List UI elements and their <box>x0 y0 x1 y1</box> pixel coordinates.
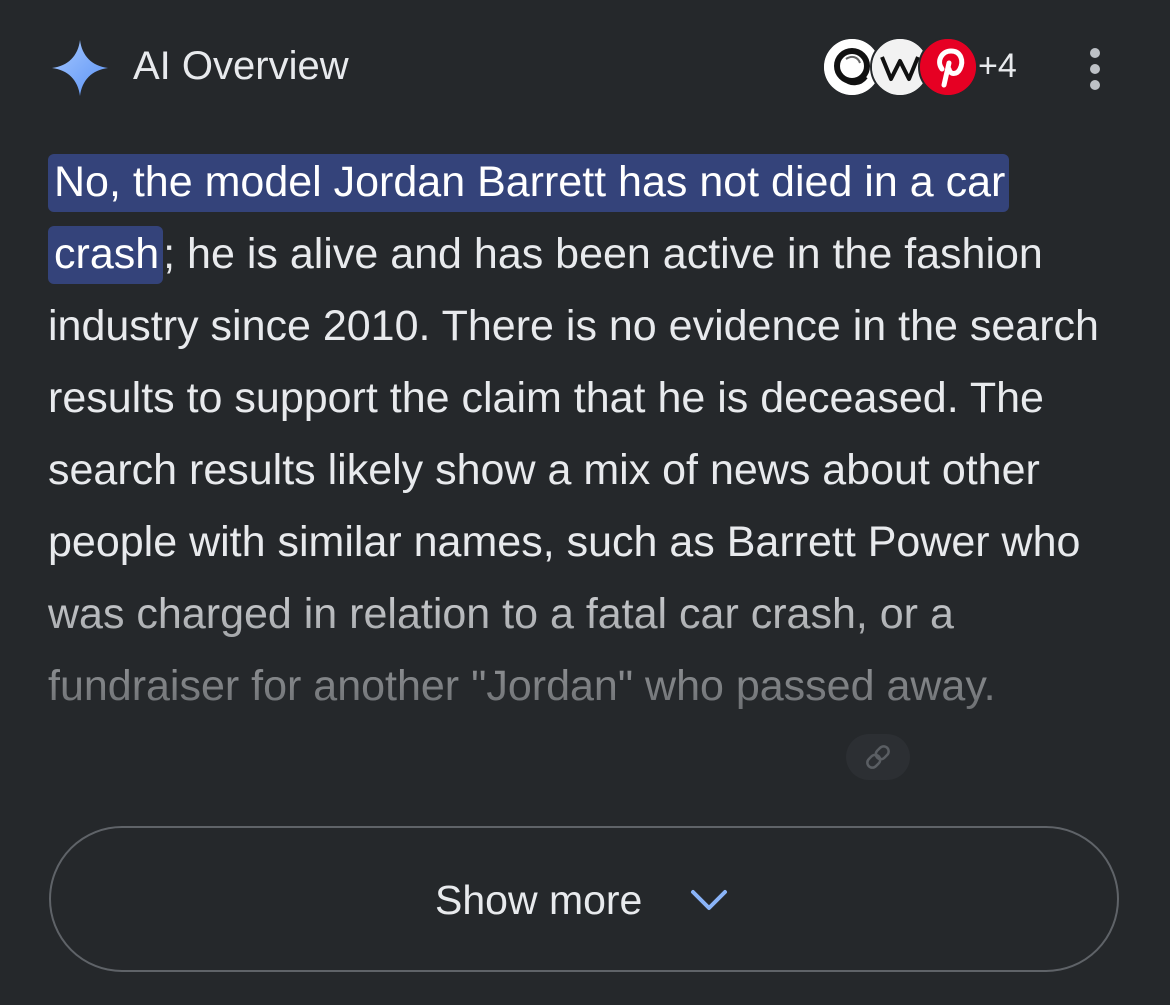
ai-overview-answer: No, the model Jordan Barrett has not die… <box>48 146 1138 722</box>
source-link-chip[interactable] <box>846 734 910 780</box>
more-sources-count[interactable]: +4 <box>978 46 1017 86</box>
chevron-down-icon <box>691 890 727 910</box>
more-vertical-icon[interactable] <box>1080 44 1110 94</box>
pinterest-icon <box>920 39 976 95</box>
answer-continuation: ; he is alive and has been active in the… <box>48 230 1099 710</box>
sparkle-icon <box>52 40 108 96</box>
ai-overview-title: AI Overview <box>133 44 349 88</box>
show-more-label: Show more <box>435 877 643 923</box>
link-icon <box>866 745 890 769</box>
source-icon-3[interactable] <box>918 37 978 97</box>
ai-overview-header: AI Overview +4 <box>0 0 1170 130</box>
show-more-button[interactable]: Show more <box>49 826 1119 972</box>
